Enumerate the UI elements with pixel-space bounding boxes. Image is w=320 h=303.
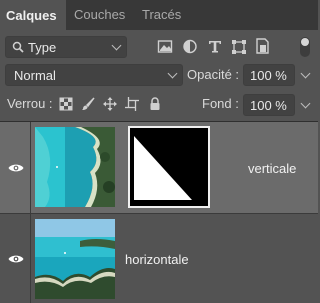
lock-icon[interactable] — [148, 97, 162, 111]
layer-thumbnail — [35, 127, 115, 207]
blend-mode-value: Normal — [14, 68, 56, 83]
layer-filter-select[interactable]: Type — [5, 36, 127, 58]
shape-layer-filter-icon[interactable] — [231, 37, 247, 55]
layer-name[interactable]: horizontale — [125, 252, 189, 267]
visibility-cell[interactable] — [0, 214, 31, 303]
layer-mask-thumbnail[interactable] — [128, 126, 210, 208]
smart-object-filter-icon[interactable] — [255, 37, 271, 55]
opacity-value: 100 % — [250, 68, 287, 83]
eye-icon[interactable] — [8, 163, 24, 173]
filter-toggle-switch[interactable] — [300, 37, 310, 57]
lock-transparent-pixels-icon[interactable] — [59, 97, 73, 111]
layer-thumbnail — [35, 219, 115, 299]
tab-calques[interactable]: Calques — [0, 0, 66, 30]
fill-label: Fond : — [202, 96, 239, 111]
search-icon — [12, 41, 24, 53]
layer-row[interactable]: horizontale — [0, 214, 318, 303]
chevron-down-icon — [111, 40, 122, 51]
pixel-layer-filter-icon[interactable] — [157, 37, 173, 55]
artboard-icon[interactable] — [125, 97, 139, 111]
fill-value: 100 % — [250, 98, 287, 113]
fill-input[interactable]: 100 % — [243, 94, 311, 116]
move-icon[interactable] — [103, 97, 117, 111]
layer-row[interactable]: verticale — [0, 122, 318, 214]
eye-icon[interactable] — [8, 254, 24, 264]
opacity-input[interactable]: 100 % — [243, 64, 311, 86]
brush-icon[interactable] — [81, 97, 95, 111]
visibility-cell[interactable] — [0, 122, 31, 213]
lock-label: Verrou : — [7, 96, 53, 111]
layer-name[interactable]: verticale — [248, 161, 296, 176]
panel-tab-bar: Calques Couches Tracés — [0, 0, 318, 30]
tab-couches[interactable]: Couches — [74, 0, 125, 30]
chevron-down-icon — [167, 68, 178, 79]
layer-filter-value: Type — [28, 40, 57, 55]
chevron-down-icon[interactable] — [300, 98, 311, 109]
lock-row: Verrou : Fond : 100 % — [0, 94, 318, 116]
tab-traces[interactable]: Tracés — [142, 0, 181, 30]
type-layer-filter-icon[interactable] — [207, 37, 223, 55]
adjustment-layer-filter-icon[interactable] — [182, 37, 198, 55]
layers-list: verticale horizontale — [0, 121, 318, 303]
mask-diagonal-shape — [130, 128, 208, 206]
chevron-down-icon[interactable] — [300, 68, 311, 79]
opacity-label: Opacité : — [187, 67, 240, 82]
blend-mode-select[interactable]: Normal — [5, 64, 183, 86]
